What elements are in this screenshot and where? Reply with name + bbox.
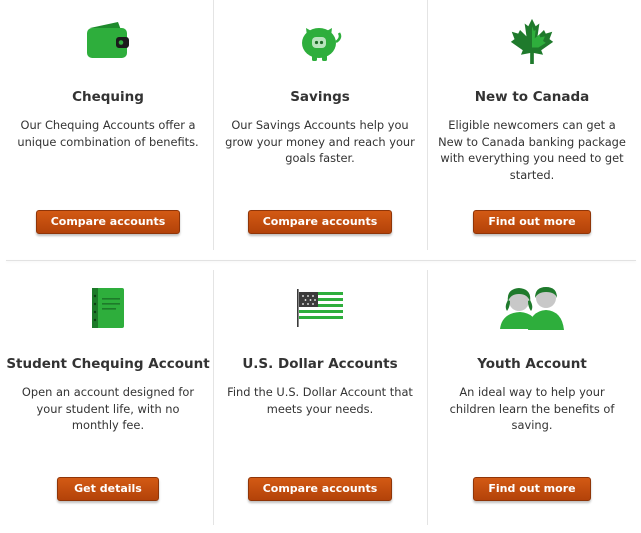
card-savings: Savings Our Savings Accounts help you gr…: [214, 4, 426, 266]
find-out-more-button[interactable]: Find out more: [473, 477, 591, 501]
compare-accounts-button[interactable]: Compare accounts: [248, 477, 392, 501]
card-us-dollar: U.S. Dollar Accounts Find the U.S. Dolla…: [214, 271, 426, 533]
card-description: An ideal way to help your children learn…: [449, 385, 615, 432]
us-flag-icon: [297, 289, 343, 327]
maple-leaf-icon: [510, 18, 554, 65]
compare-accounts-button[interactable]: Compare accounts: [36, 210, 180, 234]
card-title: U.S. Dollar Accounts: [242, 356, 398, 372]
card-title: Youth Account: [477, 356, 587, 372]
card-title: New to Canada: [474, 89, 590, 105]
kids-icon: [500, 287, 564, 330]
account-cards-grid: Chequing Our Chequing Accounts offer a u…: [0, 0, 641, 525]
find-out-more-button[interactable]: Find out more: [473, 210, 591, 234]
card-description: Find the U.S. Dollar Account that meets …: [227, 385, 413, 416]
card-description: Open an account designed for your studen…: [21, 385, 195, 432]
card-description: Our Chequing Accounts offer a unique com…: [17, 118, 199, 149]
get-details-button[interactable]: Get details: [57, 477, 159, 501]
piggy-bank-icon: [302, 28, 342, 61]
card-description: Eligible newcomers can get a New to Cana…: [438, 118, 626, 182]
wallet-icon: [87, 22, 129, 58]
card-youth: Youth Account An ideal way to help your …: [426, 271, 638, 533]
compare-accounts-button[interactable]: Compare accounts: [248, 210, 392, 234]
notebook-icon: [92, 288, 124, 328]
card-title: Savings: [290, 89, 350, 105]
card-description: Our Savings Accounts help you grow your …: [225, 118, 415, 165]
card-title: Chequing: [72, 89, 144, 105]
card-chequing: Chequing Our Chequing Accounts offer a u…: [2, 4, 214, 266]
card-student-chequing: Student Chequing Account Open an account…: [2, 271, 214, 533]
card-new-to-canada: New to Canada Eligible newcomers can get…: [426, 4, 638, 266]
card-title: Student Chequing Account: [6, 356, 210, 372]
